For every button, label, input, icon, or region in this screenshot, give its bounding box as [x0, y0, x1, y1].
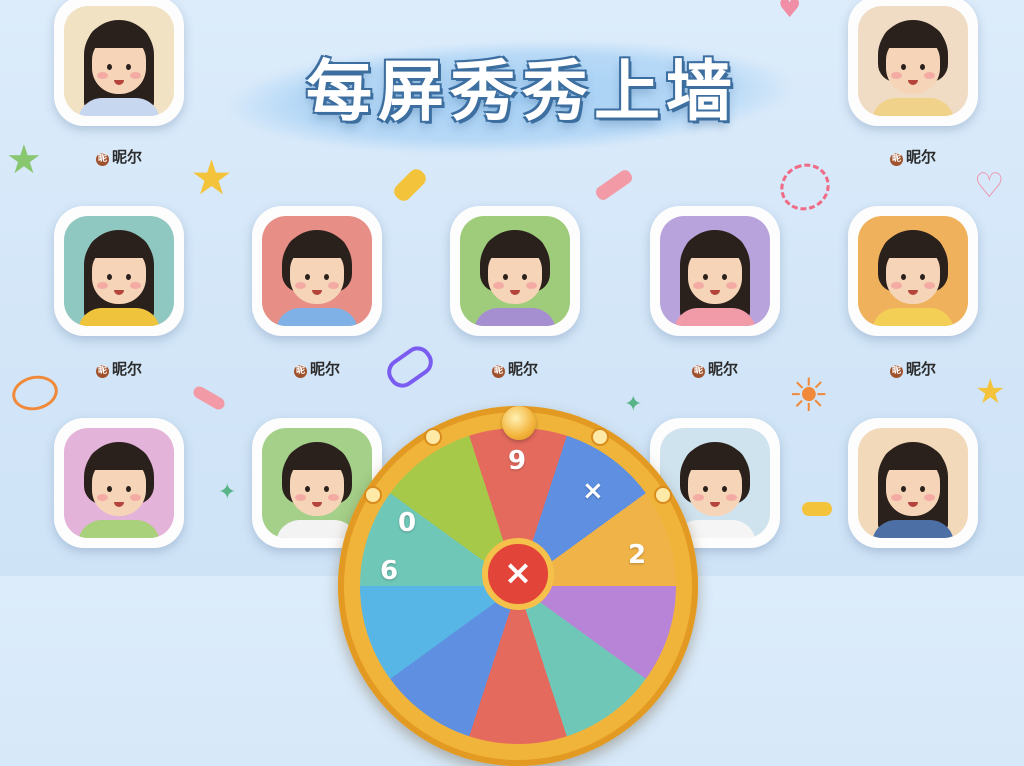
avatar-card[interactable] — [54, 0, 184, 126]
star-icon: ★ — [975, 372, 1006, 412]
wheel-bulb — [593, 430, 607, 444]
avatar — [858, 6, 968, 116]
avatar-card[interactable] — [848, 418, 978, 548]
avatar-name: 昵昵尔 — [889, 148, 936, 166]
avatar-card[interactable] — [54, 206, 184, 336]
sparkle-icon: ✦ — [624, 392, 643, 417]
avatar-card[interactable] — [848, 206, 978, 336]
avatar-card[interactable] — [252, 206, 382, 336]
name-badge-icon: 昵 — [491, 365, 505, 378]
avatar-name: 昵昵尔 — [491, 360, 538, 378]
scribble-icon — [772, 155, 838, 219]
name-badge-icon: 昵 — [293, 365, 307, 378]
avatar-card[interactable] — [450, 206, 580, 336]
star-icon: ★ — [6, 137, 42, 183]
avatar-card[interactable] — [848, 0, 978, 126]
avatar — [64, 6, 174, 116]
avatar — [858, 428, 968, 538]
avatar — [858, 216, 968, 326]
heart-icon: ♡ — [974, 166, 1005, 206]
name-badge-icon: 昵 — [889, 365, 903, 378]
name-badge-icon: 昵 — [691, 365, 705, 378]
candy-icon — [390, 165, 430, 205]
avatar-card[interactable] — [650, 206, 780, 336]
sun-icon: ☀ — [788, 368, 830, 422]
avatar — [660, 216, 770, 326]
avatar-name: 昵昵尔 — [95, 360, 142, 378]
candy-icon — [802, 502, 832, 516]
eraser-icon — [191, 384, 227, 412]
page-title: 每屏秀秀上墙 — [306, 53, 738, 130]
name-badge-icon: 昵 — [95, 153, 109, 166]
wheel-segment-label: 0 — [398, 508, 417, 538]
avatar — [64, 428, 174, 538]
wheel-segment-label: 2 — [628, 540, 647, 570]
avatar-name: 昵昵尔 — [691, 360, 738, 378]
avatar-name: 昵昵尔 — [293, 360, 340, 378]
avatar-name: 昵昵尔 — [889, 360, 936, 378]
wheel-segment-label: 9 — [508, 446, 527, 476]
sparkle-icon: ✦ — [218, 480, 237, 505]
avatar-card[interactable] — [54, 418, 184, 548]
wheel-segment-label: × — [582, 476, 604, 506]
avatar — [262, 216, 372, 326]
wheel-segment-label: 6 — [380, 556, 399, 586]
star-icon: ★ — [190, 150, 234, 206]
name-badge-icon: 昵 — [95, 365, 109, 378]
avatar — [460, 216, 570, 326]
paperclip-icon — [381, 340, 439, 394]
heart-icon: ♥ — [778, 0, 802, 24]
name-badge-icon: 昵 — [889, 153, 903, 166]
wheel-pointer — [502, 406, 536, 440]
wheel-bulb — [366, 488, 380, 502]
avatar — [64, 216, 174, 326]
eraser-icon — [593, 167, 635, 203]
spin-button[interactable]: × — [482, 538, 554, 610]
wheel-bulb — [426, 430, 440, 444]
avatar-name: 昵昵尔 — [95, 148, 142, 166]
wheel-bulb — [656, 488, 670, 502]
